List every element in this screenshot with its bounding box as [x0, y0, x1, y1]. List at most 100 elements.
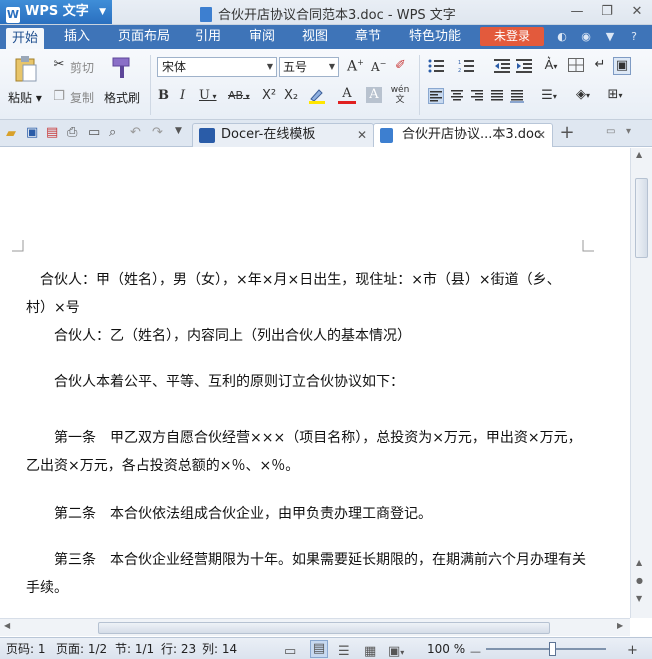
clear-format-icon[interactable]: ✐ — [395, 58, 406, 73]
close-button[interactable]: ✕ — [625, 2, 649, 22]
reading-view-icon[interactable]: ▣▾ — [388, 641, 404, 659]
horizontal-scrollbar[interactable]: ◀ ▶ — [0, 618, 630, 636]
numbered-list-icon[interactable]: 12 — [458, 59, 474, 74]
restore-button[interactable]: ❐ — [595, 2, 619, 22]
fullscreen-icon[interactable]: ▭ — [284, 641, 296, 659]
zoom-slider-handle[interactable] — [549, 642, 556, 656]
menu-bar: 开始 插入 页面布局 引用 审阅 视图 章节 特色功能 未登录 ◐ ◉ ▼ ? — [0, 25, 652, 49]
page-down-icon[interactable]: ▼ — [636, 594, 642, 603]
close-tab-icon[interactable]: ✕ — [357, 124, 367, 146]
print-icon[interactable]: ⎙ — [67, 125, 77, 140]
highlight-icon[interactable] — [307, 87, 327, 105]
align-left-icon[interactable] — [428, 88, 444, 104]
feedback-icon[interactable]: ◉ — [579, 30, 593, 44]
zoom-in-button[interactable]: + — [627, 640, 638, 659]
quick-access-dropdown-icon[interactable]: ▼ — [175, 126, 182, 136]
italic-button[interactable]: I — [180, 88, 185, 103]
table-borders-icon[interactable] — [568, 58, 584, 72]
tab-view[interactable]: 视图 — [302, 25, 328, 49]
print-preview-icon[interactable]: ▭ — [88, 125, 100, 140]
show-paragraph-marks-icon[interactable]: ↵ — [592, 57, 608, 72]
tab-insert[interactable]: 插入 — [64, 25, 90, 49]
zoom-level[interactable]: 100 % — [427, 638, 465, 659]
superscript-button[interactable]: X² — [262, 88, 276, 103]
tab-list-icon[interactable]: ▭ — [606, 126, 615, 137]
paragraph-shading-icon[interactable]: ◈▾ — [572, 87, 594, 102]
redo-icon[interactable]: ↷ — [152, 125, 163, 140]
shrink-font-button[interactable]: A− — [371, 59, 386, 74]
zoom-out-button[interactable]: — — [470, 641, 481, 659]
paragraph: 合伙人：乙（姓名），内容同上（列出合伙人的基本情况） — [54, 328, 411, 344]
borders-icon[interactable]: ⊞▾ — [604, 87, 626, 102]
grow-font-label: A — [347, 58, 358, 75]
chinese-layout-icon[interactable]: A͛▾ — [540, 57, 562, 73]
paste-button[interactable]: 粘贴 ▾ — [8, 89, 42, 106]
font-size-select[interactable]: 五号 ▼ — [279, 57, 339, 77]
grow-font-button[interactable]: A+ — [347, 58, 364, 75]
scroll-left-icon[interactable]: ◀ — [4, 621, 10, 630]
page-count: 页面: 1/2 — [56, 642, 108, 656]
tab-docer-templates[interactable]: Docer-在线模板 ✕ — [192, 123, 374, 147]
vertical-scrollbar[interactable]: ▲ ▲ ● ▼ — [630, 148, 652, 618]
copy-button[interactable]: 复制 — [70, 89, 94, 106]
tab-special-features[interactable]: 特色功能 — [409, 25, 461, 49]
minimize-button[interactable]: — — [565, 2, 589, 22]
scroll-up-icon[interactable]: ▲ — [636, 150, 642, 159]
tab-chapter[interactable]: 章节 — [355, 25, 381, 49]
tab-menu-icon[interactable]: ▾ — [626, 126, 631, 137]
scrollbar-thumb[interactable] — [635, 178, 648, 258]
strikethrough-button[interactable]: AB ▾ — [228, 89, 250, 102]
select-browse-object-icon[interactable]: ● — [636, 576, 643, 585]
shirt-icon[interactable]: ▼ — [603, 30, 617, 44]
new-tab-button[interactable]: + — [558, 122, 576, 143]
save-icon[interactable]: ▣ — [26, 125, 38, 140]
tab-references[interactable]: 引用 — [195, 25, 221, 49]
paste-icon[interactable] — [12, 55, 40, 85]
align-right-icon[interactable] — [470, 89, 484, 103]
window-title-text: 合伙开店协议合同范本3.doc - WPS 文字 — [218, 8, 456, 23]
app-name: WPS 文字 — [25, 4, 89, 19]
page-view-icon[interactable]: ▤ — [310, 640, 328, 658]
format-painter-button[interactable]: 格式刷 — [104, 89, 140, 106]
login-button[interactable]: 未登录 — [480, 27, 544, 46]
tab-current-document[interactable]: 合伙开店协议...本3.doc ✕ — [373, 123, 553, 147]
underline-button[interactable]: U ▾ — [199, 88, 217, 103]
paragraph: 第二条 本合伙依法组成合伙企业，由甲负责办理工商登记。 — [54, 506, 432, 522]
undo-icon[interactable]: ↶ — [130, 125, 141, 140]
line-spacing-icon[interactable]: ☰▾ — [538, 88, 560, 103]
find-icon[interactable]: ⌕ — [109, 125, 116, 140]
decrease-indent-icon[interactable] — [494, 59, 510, 73]
char-shading-button[interactable]: A — [366, 87, 382, 103]
justify-icon[interactable] — [490, 89, 504, 103]
svg-text:2: 2 — [458, 68, 461, 73]
tab-review[interactable]: 审阅 — [249, 25, 275, 49]
tab-page-layout[interactable]: 页面布局 — [118, 25, 170, 49]
font-name-select[interactable]: 宋体 ▼ — [157, 57, 277, 77]
subscript-button[interactable]: X₂ — [284, 88, 298, 103]
scrollbar-thumb[interactable] — [98, 622, 550, 634]
close-tab-icon[interactable]: ✕ — [536, 124, 546, 146]
distributed-align-icon[interactable] — [510, 89, 524, 103]
wps-app-menu-button[interactable]: W WPS 文字 ▼ — [0, 0, 112, 24]
scroll-right-icon[interactable]: ▶ — [617, 621, 623, 630]
page-up-icon[interactable]: ▲ — [636, 558, 642, 567]
bullet-list-icon[interactable] — [428, 59, 444, 73]
bold-button[interactable]: B — [158, 88, 169, 103]
cut-button[interactable]: 剪切 — [70, 59, 94, 76]
tab-home[interactable]: 开始 — [6, 28, 45, 49]
align-center-icon[interactable] — [450, 89, 464, 103]
font-color-button[interactable]: A — [338, 86, 356, 104]
skin-icon[interactable]: ◐ — [555, 30, 569, 44]
document-page[interactable]: 合伙人：甲（姓名），男（女），×年×月×日出生，现住址：×市（县）×街道（乡、 … — [0, 148, 630, 618]
format-painter-icon[interactable] — [110, 55, 134, 81]
phonetic-guide-icon[interactable]: wén 文 — [388, 85, 412, 105]
outline-view-icon[interactable]: ☰ — [338, 641, 350, 659]
open-folder-icon[interactable]: ▰ — [6, 126, 16, 141]
export-pdf-icon[interactable]: ▤ — [46, 125, 58, 140]
help-icon[interactable]: ? — [627, 30, 641, 44]
web-view-icon[interactable]: ▦ — [364, 641, 376, 659]
text-direction-icon[interactable]: ▣ — [613, 57, 631, 75]
increase-indent-icon[interactable] — [516, 59, 532, 73]
zoom-slider-track[interactable] — [486, 648, 606, 650]
paste-label: 粘贴 — [8, 91, 33, 105]
